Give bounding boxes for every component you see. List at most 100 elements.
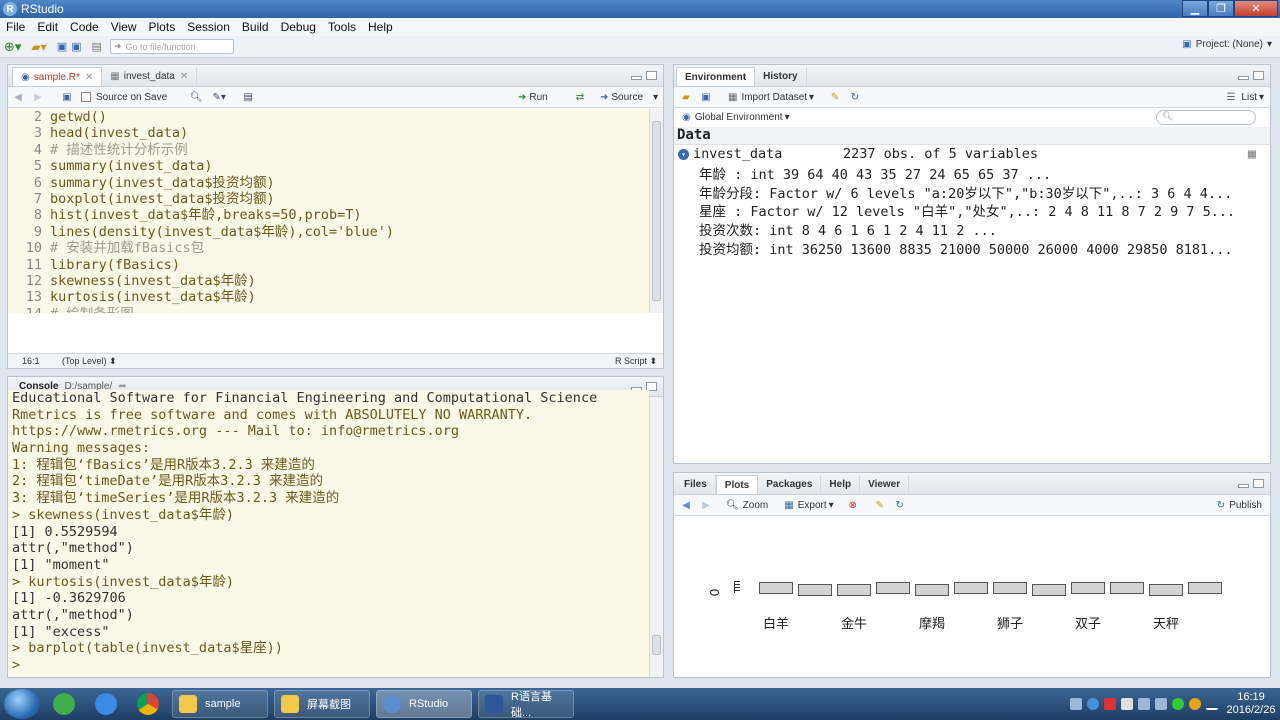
- menu-file[interactable]: File: [0, 20, 31, 34]
- tab-history[interactable]: History: [755, 67, 807, 86]
- remove-plot-icon[interactable]: ⊗: [846, 498, 860, 512]
- print-icon[interactable]: ▤: [92, 39, 102, 55]
- view-table-icon[interactable]: ▦: [1248, 146, 1256, 162]
- broom-icon[interactable]: ✎: [873, 498, 887, 512]
- tab-viewer[interactable]: Viewer: [860, 475, 910, 494]
- console-output[interactable]: Educational Software for Financial Engin…: [8, 390, 649, 677]
- code-line[interactable]: 7 boxplot(invest_data$投资均额): [8, 190, 649, 208]
- code-line[interactable]: 10 # 安装并加载fBasics包: [8, 240, 649, 257]
- menu-view[interactable]: View: [105, 20, 143, 34]
- code-line[interactable]: 4 # 描述性统计分析示例: [8, 141, 649, 159]
- taskbar-app-rstudio[interactable]: RStudio: [376, 690, 472, 718]
- maximize-pane-button[interactable]: [646, 71, 657, 80]
- scroll-thumb[interactable]: [652, 121, 661, 301]
- run-button[interactable]: ➜ Run: [518, 92, 548, 103]
- file-type-selector[interactable]: R Script ⬍: [615, 356, 657, 367]
- pinned-app-360[interactable]: [46, 690, 82, 718]
- clock[interactable]: 16:19 2016/2/26: [1226, 691, 1276, 717]
- save-icon[interactable]: ▣: [60, 90, 74, 104]
- tab-environment[interactable]: Environment: [676, 67, 756, 86]
- list-view-button[interactable]: ☰ List ▾: [1226, 92, 1264, 103]
- menu-tools[interactable]: Tools: [322, 20, 362, 34]
- minimize-button[interactable]: ▁: [1182, 0, 1208, 17]
- signal-icon[interactable]: [1206, 698, 1218, 710]
- network-icon[interactable]: [1138, 698, 1150, 710]
- menu-edit[interactable]: Edit: [31, 20, 64, 34]
- menu-session[interactable]: Session: [181, 20, 236, 34]
- forward-arrow-icon[interactable]: ▶: [31, 90, 45, 104]
- environment-search-input[interactable]: 🔍︎: [1156, 110, 1256, 125]
- code-line[interactable]: 12 skewness(invest_data$年龄): [8, 272, 649, 290]
- refresh-icon[interactable]: ↻: [893, 498, 907, 512]
- save-all-icon[interactable]: ▣: [71, 39, 81, 55]
- tab-files[interactable]: Files: [676, 475, 716, 494]
- export-button[interactable]: ▦ Export ▾: [784, 500, 833, 511]
- flag-icon[interactable]: [1121, 698, 1133, 710]
- security-icon[interactable]: [1172, 698, 1184, 710]
- code-line[interactable]: 2 getwd(): [8, 109, 649, 126]
- source-button[interactable]: ➜ Source ▾: [600, 92, 658, 103]
- notification-icon[interactable]: [1189, 698, 1201, 710]
- new-file-icon[interactable]: ⊕▾: [4, 39, 21, 55]
- code-line[interactable]: 13 kurtosis(invest_data$年龄): [8, 289, 649, 306]
- antivirus-icon[interactable]: [1104, 698, 1116, 710]
- code-line[interactable]: 3 head(invest_data): [8, 125, 649, 142]
- help-icon[interactable]: [1087, 698, 1099, 710]
- pinned-app-feather[interactable]: [88, 690, 124, 718]
- tab-help[interactable]: Help: [821, 475, 861, 494]
- publish-button[interactable]: ↻ Publish: [1217, 500, 1262, 511]
- save-icon[interactable]: ▣: [57, 39, 67, 55]
- keyboard-icon[interactable]: [1070, 698, 1082, 710]
- refresh-icon[interactable]: ↻: [848, 90, 862, 104]
- code-line[interactable]: 8 hist(invest_data$年龄,breaks=50,prob=T): [8, 207, 649, 224]
- forward-arrow-icon[interactable]: ▶: [699, 498, 713, 512]
- code-line[interactable]: 14# 绘制条形图: [8, 305, 649, 313]
- tab-sample-r[interactable]: ◉ sample.R* ✕: [12, 67, 103, 86]
- minimize-pane-button[interactable]: [631, 76, 642, 80]
- env-object-row[interactable]: ▾ invest_data 2237 obs. of 5 variables ▦: [674, 145, 1270, 164]
- taskbar-app-sample[interactable]: sample: [172, 690, 268, 718]
- menu-help[interactable]: Help: [362, 20, 399, 34]
- close-tab-icon[interactable]: ✕: [180, 71, 188, 82]
- editor-scrollbar[interactable]: [649, 109, 663, 313]
- zoom-button[interactable]: 🔍︎ Zoom: [726, 500, 768, 511]
- scroll-thumb[interactable]: [652, 635, 661, 655]
- minimize-pane-button[interactable]: [1238, 484, 1249, 488]
- broom-icon[interactable]: ✎: [828, 90, 842, 104]
- expand-icon[interactable]: ▾: [678, 148, 689, 160]
- back-arrow-icon[interactable]: ◀: [679, 498, 693, 512]
- save-workspace-icon[interactable]: ▣: [699, 90, 713, 104]
- close-window-button[interactable]: ✕: [1234, 0, 1278, 17]
- taskbar-app-screenshots[interactable]: 屏幕截图: [274, 690, 370, 718]
- code-line[interactable]: 5 summary(invest_data): [8, 158, 649, 175]
- maximize-button[interactable]: ❐: [1208, 0, 1234, 17]
- menu-plots[interactable]: Plots: [143, 20, 182, 34]
- console-scrollbar[interactable]: [649, 397, 663, 677]
- tab-plots[interactable]: Plots: [715, 475, 759, 494]
- code-line[interactable]: 11 library(fBasics): [8, 256, 649, 273]
- outline-icon[interactable]: ▤: [241, 90, 255, 104]
- open-file-icon[interactable]: ▰▾: [31, 39, 46, 55]
- magic-wand-icon[interactable]: ✎▾: [212, 90, 226, 104]
- tab-packages[interactable]: Packages: [758, 475, 822, 494]
- menu-code[interactable]: Code: [64, 20, 105, 34]
- load-workspace-icon[interactable]: ▰: [679, 90, 693, 104]
- search-icon[interactable]: 🔍︎: [189, 90, 203, 104]
- source-on-save-checkbox[interactable]: [81, 92, 91, 102]
- volume-icon[interactable]: [1155, 698, 1167, 710]
- import-dataset-button[interactable]: ▦ Import Dataset ▾: [728, 92, 814, 103]
- close-tab-icon[interactable]: ✕: [85, 72, 93, 83]
- maximize-pane-button[interactable]: [1253, 71, 1264, 80]
- rerun-icon[interactable]: ⇄: [573, 90, 587, 104]
- goto-file-input[interactable]: ➜ Go to file/function: [109, 39, 234, 54]
- maximize-pane-button[interactable]: [1253, 479, 1264, 488]
- scope-dropdown[interactable]: Global Environment: [695, 112, 783, 123]
- back-arrow-icon[interactable]: ◀: [11, 90, 25, 104]
- menu-build[interactable]: Build: [236, 20, 275, 34]
- code-line[interactable]: 6 summary(invest_data$投资均额): [8, 174, 649, 191]
- project-menu[interactable]: ▣ Project: (None) ▾: [1182, 39, 1272, 50]
- start-button[interactable]: [4, 689, 40, 719]
- scope-selector[interactable]: (Top Level) ⬍: [62, 356, 117, 367]
- menu-debug[interactable]: Debug: [275, 20, 322, 34]
- tab-invest-data[interactable]: ▦ invest_data ✕: [102, 67, 198, 86]
